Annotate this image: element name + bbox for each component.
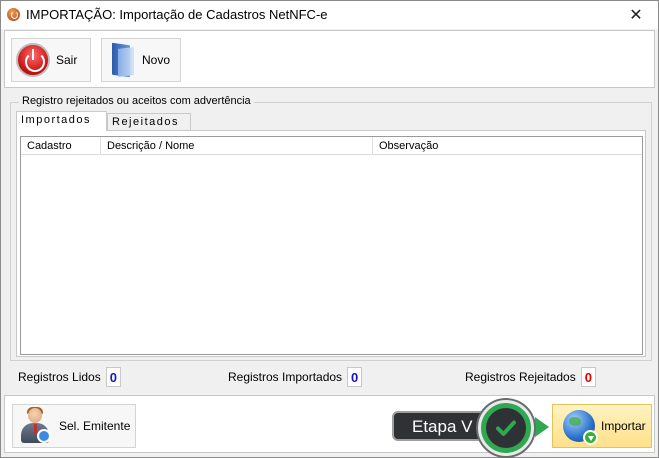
counter-rejeitados-label: Registros Rejeitados xyxy=(465,370,576,384)
title-bar[interactable]: IMPORTAÇÃO: Importação de Cadastros NetN… xyxy=(1,1,658,29)
counter-rejeitados: Registros Rejeitados 0 xyxy=(465,367,596,387)
group-legend: Registro rejeitados ou aceitos com adver… xyxy=(19,95,254,107)
tab-importados[interactable]: Importados xyxy=(16,111,107,131)
etapa-pointer xyxy=(535,417,549,437)
counter-lidos-value: 0 xyxy=(105,367,121,387)
counter-lidos: Registros Lidos 0 xyxy=(18,367,121,387)
sel-emitente-button[interactable]: Sel. Emitente xyxy=(12,404,136,448)
folder-icon xyxy=(110,42,136,78)
records-grid[interactable]: Cadastro Descrição / Nome Observação xyxy=(20,136,643,355)
etapa-label: Etapa V xyxy=(392,411,492,441)
importar-label: Importar xyxy=(601,419,646,433)
main-window: IMPORTAÇÃO: Importação de Cadastros NetN… xyxy=(0,0,659,458)
column-header-cadastro[interactable]: Cadastro xyxy=(21,137,101,155)
checkmark-icon xyxy=(486,408,526,448)
counter-importados-value: 0 xyxy=(347,367,363,387)
column-header-observacao[interactable]: Observação xyxy=(373,137,642,155)
user-icon xyxy=(19,407,53,445)
counter-importados: Registros Importados 0 xyxy=(228,367,363,387)
novo-button[interactable]: Novo xyxy=(101,38,181,82)
bottom-bar: Sel. Emitente Importar xyxy=(4,395,655,453)
tab-rejeitados[interactable]: Rejeitados xyxy=(107,113,191,130)
window-title: IMPORTAÇÃO: Importação de Cadastros NetN… xyxy=(26,7,328,22)
counter-rejeitados-value: 0 xyxy=(580,367,596,387)
globe-download-icon xyxy=(563,410,598,445)
etapa-check-badge xyxy=(478,400,534,456)
app-icon xyxy=(7,8,20,21)
power-icon xyxy=(16,43,50,77)
sair-button[interactable]: Sair xyxy=(11,38,91,82)
sel-emitente-label: Sel. Emitente xyxy=(59,419,131,433)
novo-label: Novo xyxy=(142,53,171,67)
counter-lidos-label: Registros Lidos xyxy=(18,370,101,384)
tab-panel-importados: Cadastro Descrição / Nome Observação xyxy=(16,130,646,357)
column-header-descricao[interactable]: Descrição / Nome xyxy=(101,137,373,155)
counter-importados-label: Registros Importados xyxy=(228,370,343,384)
toolbar: Sair Novo xyxy=(4,30,655,88)
importar-button[interactable]: Importar xyxy=(552,404,652,448)
grid-header: Cadastro Descrição / Nome Observação xyxy=(21,137,642,155)
sair-label: Sair xyxy=(56,53,78,67)
close-button[interactable]: ✕ xyxy=(614,1,658,29)
